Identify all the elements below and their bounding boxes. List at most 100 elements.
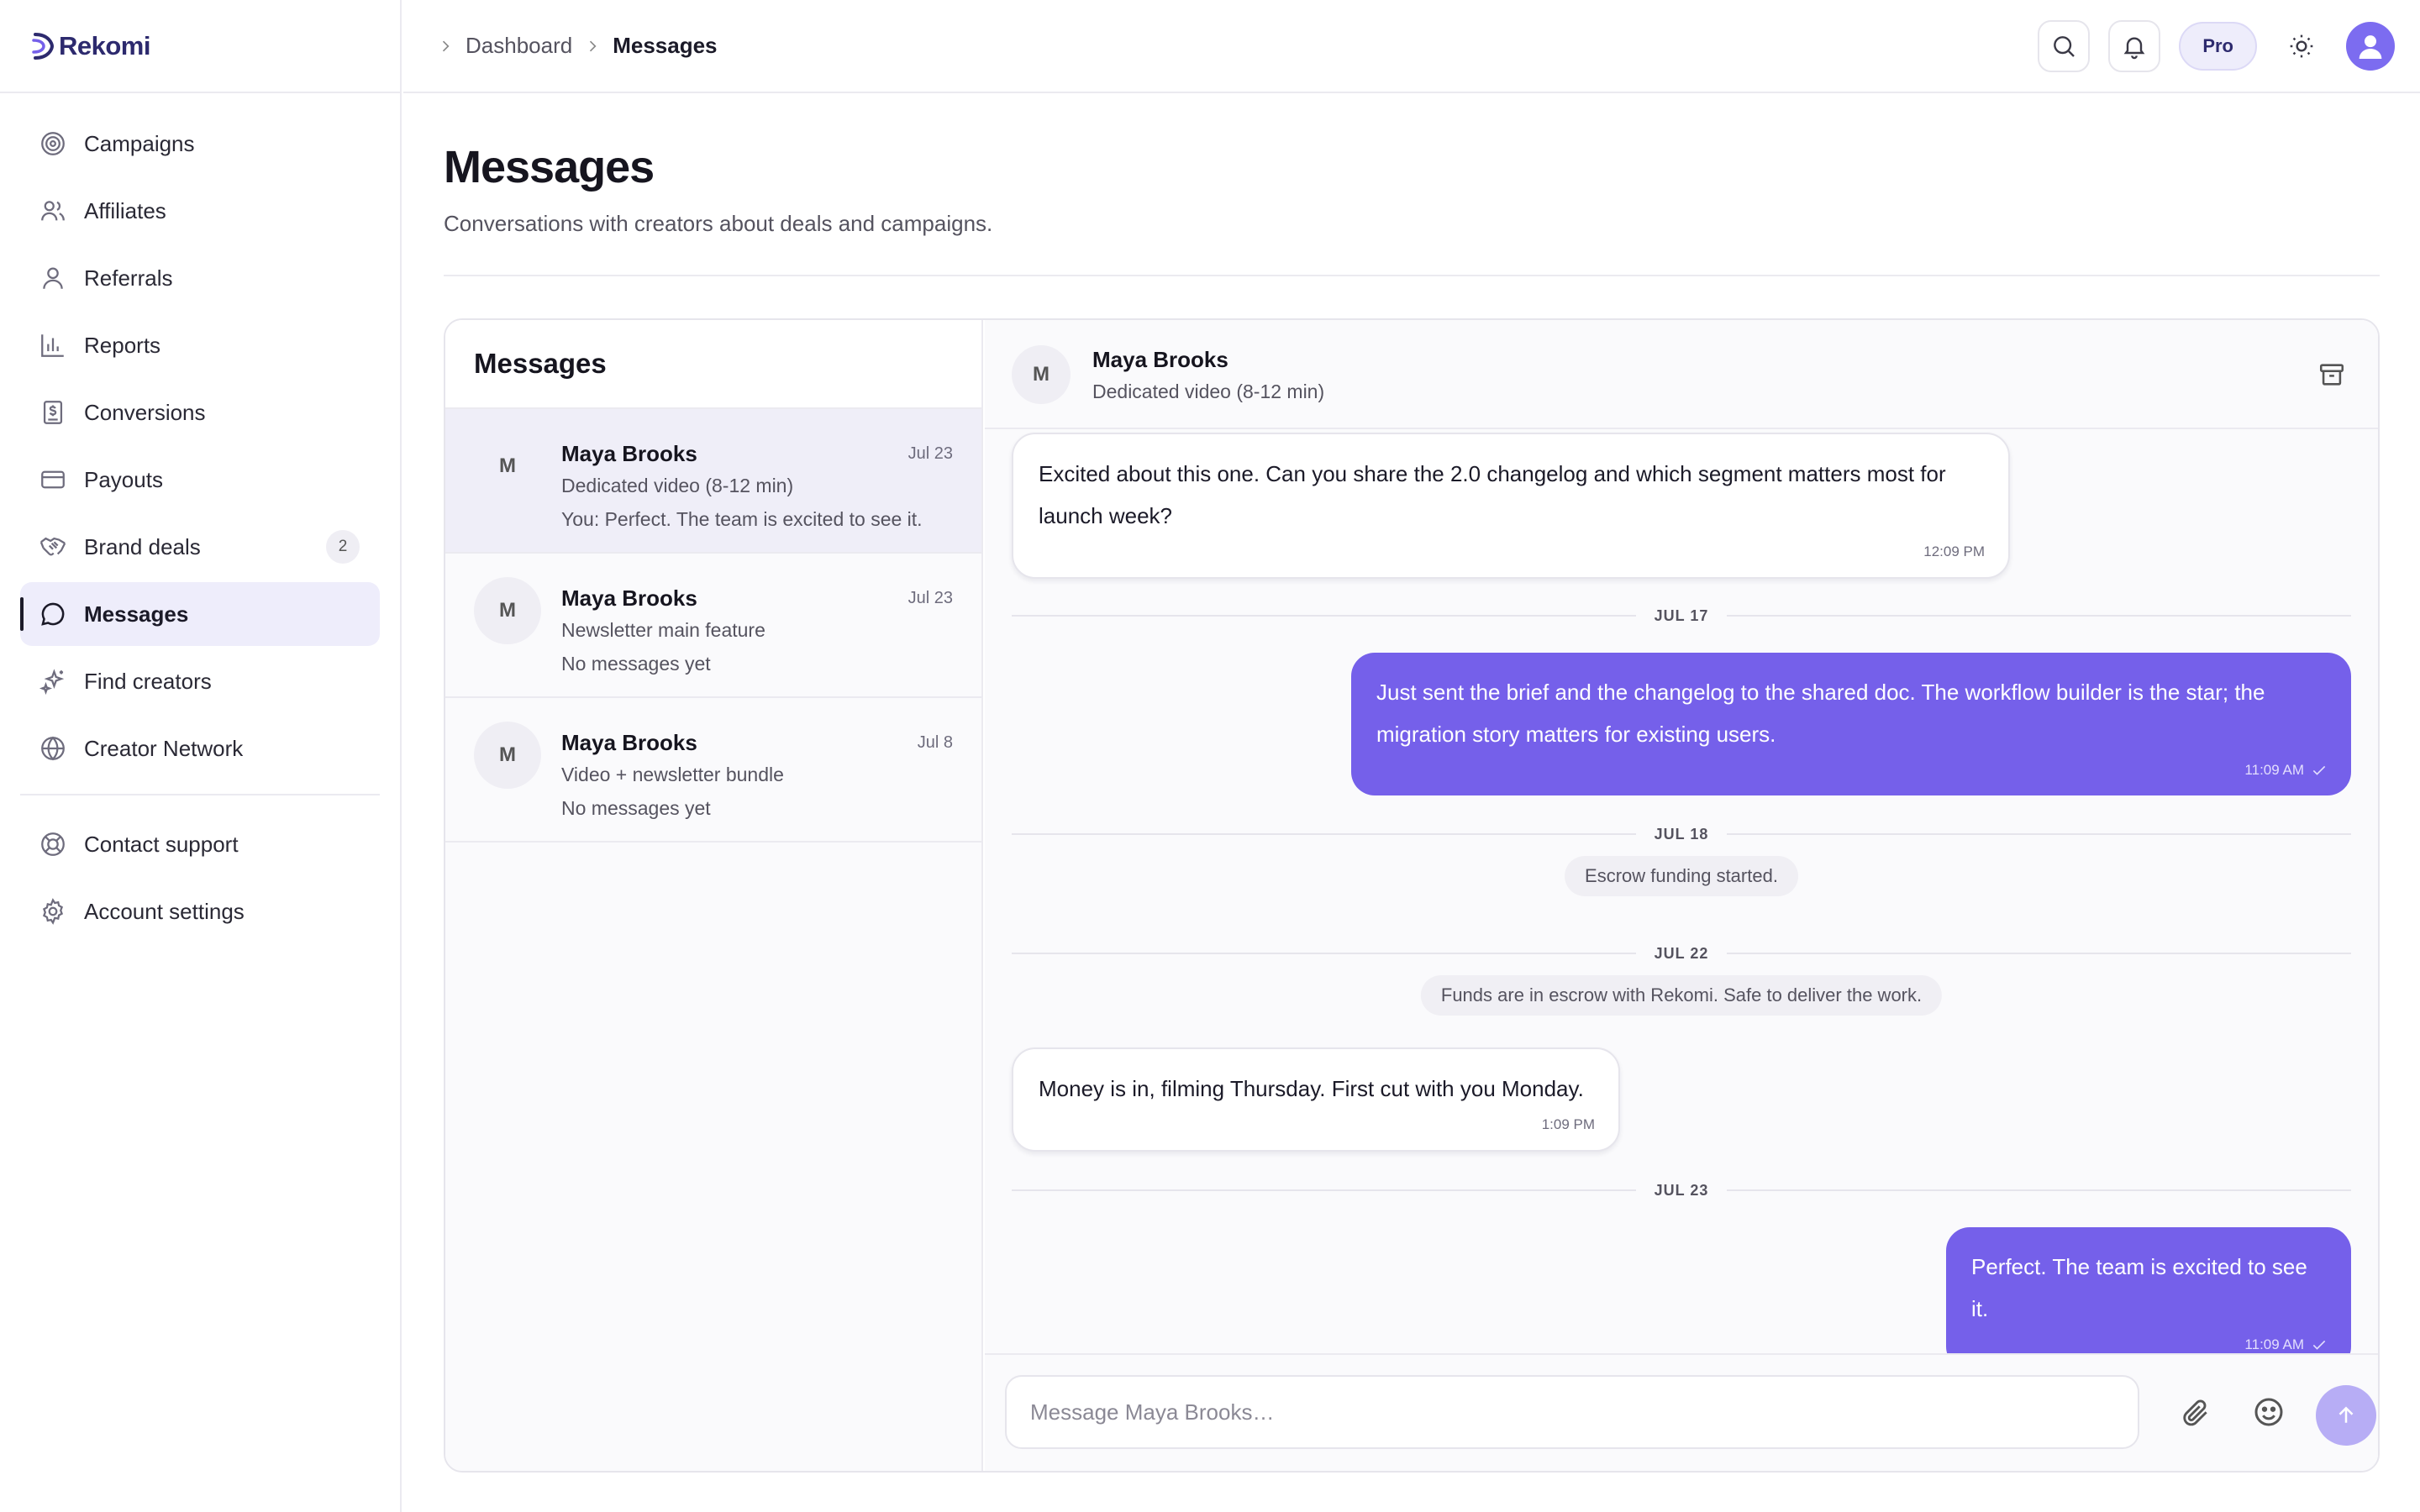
globe-icon: [41, 736, 65, 761]
avatar: M: [499, 454, 516, 477]
message-text: Perfect. The team is excited to see it.: [1971, 1254, 2307, 1321]
chat-deal-name: Dedicated video (8-12 min): [1092, 381, 1325, 402]
topbar-actions: Pro: [2038, 20, 2395, 72]
rekomi-logo-icon: [32, 32, 55, 60]
sidebar-item-campaigns[interactable]: Campaigns: [20, 112, 380, 176]
emoji-icon[interactable]: [2252, 1395, 2286, 1429]
avatar: M: [474, 722, 541, 789]
user-avatar-icon: [2359, 35, 2382, 59]
breadcrumb: Dashboard Messages: [403, 33, 718, 59]
conversation-last-message: You: Perfect. The team is excited to see…: [561, 508, 923, 530]
bell-icon: [2123, 37, 2145, 60]
conversation-item[interactable]: M Maya Brooks Jul 8 Video + newsletter b…: [445, 698, 981, 843]
handshake-icon: [39, 537, 66, 556]
user-icon: [43, 267, 63, 289]
message-text: Just sent the brief and the changelog to…: [1376, 680, 2265, 747]
message-text: Money is in, filming Thursday. First cut…: [1039, 1076, 1584, 1101]
sidebar-item-messages[interactable]: Messages: [20, 582, 380, 646]
sidebar-item-label: Creator Network: [84, 735, 244, 761]
conversation-last-message: No messages yet: [561, 797, 711, 819]
page-subtitle: Conversations with creators about deals …: [444, 211, 993, 236]
conversation-deal: Newsletter main feature: [561, 619, 765, 641]
send-button[interactable]: [2316, 1385, 2376, 1446]
plan-badge[interactable]: Pro: [2179, 22, 2257, 71]
sidebar-item-account-settings[interactable]: Account settings: [20, 879, 380, 943]
day-separator: JUL 22: [1012, 945, 2351, 962]
target-icon: [41, 132, 65, 155]
breadcrumb-current: Messages: [613, 33, 718, 58]
sidebar-item-referrals[interactable]: Referrals: [20, 246, 380, 310]
conversation-list-heading: Messages: [445, 320, 981, 409]
lifebuoy-icon: [41, 832, 65, 856]
check-icon: [2312, 765, 2326, 775]
sidebar-item-label: Brand deals: [84, 533, 201, 559]
sidebar-item-contact-support[interactable]: Contact support: [20, 812, 380, 876]
sidebar-item-payouts[interactable]: Payouts: [20, 448, 380, 512]
chevron-right-icon: [590, 40, 597, 51]
conversation-item[interactable]: M Maya Brooks Jul 23 Dedicated video (8-…: [445, 409, 981, 554]
topbar: Dashboard Messages Pro: [403, 0, 2420, 93]
sidebar-item-conversions[interactable]: Conversions: [20, 381, 380, 444]
message-time: 1:09 PM: [1541, 1116, 1595, 1132]
message-time: 11:09 AM: [1376, 762, 2328, 779]
sun-icon: [2290, 34, 2313, 58]
bar-chart-icon: [41, 334, 64, 357]
avatar: M: [474, 577, 541, 644]
conversation-last-message: No messages yet: [561, 653, 711, 675]
check-icon: [2312, 1340, 2326, 1350]
search-icon: [2054, 36, 2075, 57]
chat-pane: M Maya Brooks Dedicated video (8-12 min)…: [985, 320, 2378, 1471]
notifications-button[interactable]: [2108, 20, 2161, 72]
brand-deals-count-badge: 2: [326, 530, 360, 564]
credit-card-icon: [41, 470, 65, 489]
search-button[interactable]: [2038, 20, 2091, 72]
message-bubble-incoming[interactable]: Excited about this one. Can you share th…: [1012, 433, 2010, 579]
archive-icon[interactable]: [2317, 360, 2346, 389]
sidebar-nav: Campaigns Affiliates Referrals Reports C…: [0, 93, 400, 943]
message-input[interactable]: Message Maya Brooks…: [1005, 1375, 2139, 1449]
user-avatar-button[interactable]: [2346, 22, 2395, 71]
theme-toggle-button[interactable]: [2275, 20, 2328, 72]
chat-bubble-icon: [41, 602, 65, 626]
conversation-date: Jul 8: [917, 733, 953, 752]
sidebar-item-affiliates[interactable]: Affiliates: [20, 179, 380, 243]
sidebar-item-label: Find creators: [84, 668, 212, 694]
sidebar-item-label: Conversions: [84, 399, 206, 425]
sidebar-item-find-creators[interactable]: Find creators: [20, 649, 380, 713]
receipt-dollar-icon: [43, 401, 63, 424]
sidebar-item-brand-deals[interactable]: Brand deals 2: [20, 515, 380, 579]
brand-name: Rekomi: [59, 30, 150, 60]
sidebar-item-reports[interactable]: Reports: [20, 313, 380, 377]
sidebar-item-label: Reports: [84, 332, 161, 358]
breadcrumb-dashboard-link[interactable]: Dashboard: [466, 33, 572, 59]
message-time: 12:09 PM: [1923, 543, 1985, 559]
sidebar-item-label: Referrals: [84, 265, 173, 291]
sidebar-item-label: Campaigns: [84, 130, 195, 156]
sidebar: Rekomi Campaigns Affiliates Referrals Re…: [0, 0, 402, 1512]
conversation-deal: Dedicated video (8-12 min): [561, 475, 794, 496]
avatar: M: [1012, 345, 1071, 404]
users-icon: [41, 201, 65, 221]
header-divider: [444, 275, 2380, 276]
message-bubble-incoming[interactable]: Money is in, filming Thursday. First cut…: [1012, 1047, 1620, 1152]
sidebar-item-label: Messages: [84, 601, 189, 627]
conversation-date: Jul 23: [908, 444, 953, 463]
day-separator: JUL 18: [1012, 826, 2351, 843]
conversation-name: Maya Brooks: [561, 441, 697, 466]
message-bubble-outgoing[interactable]: Perfect. The team is excited to see it. …: [1946, 1227, 2351, 1370]
conversation-name: Maya Brooks: [561, 585, 697, 611]
brand-logo[interactable]: Rekomi: [0, 0, 400, 93]
sidebar-item-creator-network[interactable]: Creator Network: [20, 717, 380, 780]
conversation-name: Maya Brooks: [561, 730, 697, 755]
conversation-deal: Video + newsletter bundle: [561, 764, 784, 785]
sidebar-item-label: Contact support: [84, 831, 239, 857]
message-text: Excited about this one. Can you share th…: [1039, 461, 1946, 528]
conversation-item[interactable]: M Maya Brooks Jul 23 Newsletter main fea…: [445, 554, 981, 698]
chat-header: M Maya Brooks Dedicated video (8-12 min): [985, 320, 2378, 429]
sidebar-item-label: Payouts: [84, 466, 163, 492]
paperclip-icon[interactable]: [2180, 1397, 2212, 1429]
sidebar-item-label: Affiliates: [84, 197, 166, 223]
gear-icon: [42, 898, 64, 925]
message-bubble-outgoing[interactable]: Just sent the brief and the changelog to…: [1351, 653, 2351, 795]
sidebar-divider: [20, 794, 380, 795]
